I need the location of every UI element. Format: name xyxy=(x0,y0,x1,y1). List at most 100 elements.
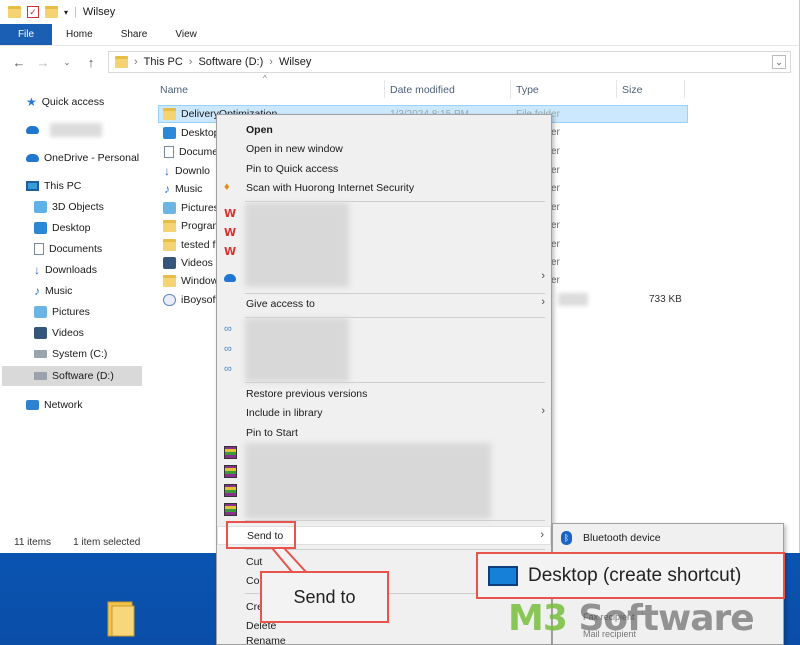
sidebar-item-label: Documents xyxy=(49,243,103,255)
chevron-right-icon: › xyxy=(541,270,545,282)
sidebar-item-onedrive-personal[interactable]: OneDrive - Personal xyxy=(26,148,139,168)
submenu-item-bluetooth[interactable]: ᛒ Bluetooth device xyxy=(553,528,783,548)
window-title: Wilsey xyxy=(82,6,116,18)
menu-item-label: Open in new window xyxy=(246,142,343,155)
column-divider[interactable] xyxy=(510,80,511,98)
title-bar: ✓ ▾ | Wilsey xyxy=(0,0,799,24)
sidebar-item-label: Desktop xyxy=(52,222,91,234)
tab-home[interactable]: Home xyxy=(52,24,107,45)
sidebar-item-pictures[interactable]: Pictures xyxy=(34,302,90,322)
video-icon xyxy=(34,327,47,339)
tab-share[interactable]: Share xyxy=(107,24,162,45)
column-headers: Name ^ Date modified Type Size xyxy=(158,74,788,98)
new-folder-icon[interactable] xyxy=(45,6,58,18)
ribbon-tabs: File Home Share View xyxy=(0,24,799,46)
menu-item-include-library[interactable]: Include in library › xyxy=(217,403,551,422)
music-note-icon: ♪ xyxy=(164,182,170,196)
wps-icon: W xyxy=(224,207,237,220)
winrar-icon xyxy=(224,484,237,497)
menu-item-label: Rename xyxy=(246,635,286,645)
computer-icon xyxy=(26,181,39,191)
cube-icon xyxy=(34,201,47,213)
menu-item-open[interactable]: Open xyxy=(217,120,551,139)
menu-separator xyxy=(245,201,545,202)
properties-icon[interactable]: ✓ xyxy=(27,6,39,18)
breadcrumb-software-d[interactable]: Software (D:) xyxy=(198,56,263,68)
menu-item-open-new-window[interactable]: Open in new window xyxy=(217,139,551,158)
brand-watermark: M3 Software xyxy=(508,598,755,639)
tab-view[interactable]: View xyxy=(161,24,211,45)
menu-item-label: Cut xyxy=(246,555,263,568)
desktop-icon xyxy=(163,127,176,139)
chevron-down-icon[interactable]: ▾ xyxy=(64,8,68,17)
menu-item-label: Restore previous versions xyxy=(246,387,368,400)
music-note-icon: ♪ xyxy=(34,284,40,298)
sidebar-item-documents[interactable]: Documents xyxy=(34,239,102,259)
breadcrumb-wilsey[interactable]: Wilsey xyxy=(279,56,311,68)
breadcrumb-this-pc[interactable]: This PC xyxy=(144,56,183,68)
column-header-type[interactable]: Type xyxy=(516,84,539,96)
watermark-software: Software xyxy=(578,598,754,639)
back-arrow-icon[interactable]: ← xyxy=(12,55,26,70)
column-header-date[interactable]: Date modified xyxy=(390,84,455,96)
sidebar-item-network[interactable]: Network xyxy=(26,395,83,415)
sidebar-item-music[interactable]: ♪ Music xyxy=(34,281,72,301)
menu-item-pin-start[interactable]: Pin to Start xyxy=(217,423,551,442)
sidebar-item-label: Videos xyxy=(52,327,84,339)
windows-drive-icon xyxy=(34,350,47,358)
status-bar: 11 items 1 item selected xyxy=(14,537,140,548)
folder-icon xyxy=(163,239,176,251)
sidebar-item-desktop[interactable]: Desktop xyxy=(34,218,91,238)
column-header-name[interactable]: Name xyxy=(160,84,188,96)
menu-item-restore-versions[interactable]: Restore previous versions xyxy=(217,384,551,403)
desktop-folder-icon[interactable] xyxy=(106,598,136,638)
star-icon: ★ xyxy=(26,95,37,109)
column-divider[interactable] xyxy=(684,80,685,98)
sidebar-item-3d-objects[interactable]: 3D Objects xyxy=(34,197,104,217)
document-icon xyxy=(34,243,44,255)
column-header-size[interactable]: Size xyxy=(622,84,642,96)
sidebar-item-videos[interactable]: Videos xyxy=(34,323,84,343)
column-divider[interactable] xyxy=(616,80,617,98)
folder-icon xyxy=(8,6,21,18)
dropdown-chevron-icon[interactable]: ⌄ xyxy=(772,55,786,69)
menu-item-label: Open xyxy=(246,123,273,136)
network-icon xyxy=(26,400,39,410)
drive-icon xyxy=(34,372,47,380)
navigation-pane: ★ Quick access OneDrive - Personal This … xyxy=(0,88,142,528)
title-separator: | xyxy=(74,6,77,18)
item-count: 11 items xyxy=(14,537,52,548)
menu-item-label: Include in library xyxy=(246,406,323,419)
sidebar-item-label: Downloads xyxy=(45,264,97,276)
picture-icon xyxy=(34,306,47,318)
up-arrow-icon[interactable]: ↑ xyxy=(84,55,98,70)
file-name: Pictures xyxy=(181,202,219,214)
address-bar[interactable]: › This PC › Software (D:) › Wilsey ⌄ xyxy=(108,51,791,73)
column-divider[interactable] xyxy=(384,80,385,98)
forward-arrow-icon[interactable]: → xyxy=(36,55,50,70)
menu-item-rename[interactable]: Rename xyxy=(217,635,551,645)
chevron-right-icon: › xyxy=(540,529,544,541)
tab-file[interactable]: File xyxy=(0,24,52,45)
callout-desktop-create-shortcut[interactable]: Desktop (create shortcut) xyxy=(476,552,785,599)
menu-item-pin-quick-access[interactable]: Pin to Quick access xyxy=(217,159,551,178)
breadcrumb-separator: › xyxy=(134,56,138,68)
huorong-flame-icon: ♦ xyxy=(224,181,230,193)
sidebar-item-software-d[interactable]: Software (D:) xyxy=(2,366,142,386)
send-to-highlight-box xyxy=(226,521,296,549)
sidebar-item-onedrive-hidden[interactable] xyxy=(26,120,102,140)
menu-item-label: Pin to Quick access xyxy=(246,162,339,175)
recent-chevron-icon[interactable]: ⌄ xyxy=(60,58,74,67)
bluetooth-icon: ᛒ xyxy=(561,531,572,545)
sidebar-item-system-c[interactable]: System (C:) xyxy=(34,344,107,364)
sidebar-item-label: 3D Objects xyxy=(52,201,104,213)
sidebar-item-quick-access[interactable]: ★ Quick access xyxy=(26,92,104,112)
file-type: er xyxy=(551,165,560,176)
menu-item-scan-huorong[interactable]: ♦ Scan with Huorong Internet Security xyxy=(217,178,551,197)
file-name: Downlo xyxy=(175,165,211,177)
sidebar-item-downloads[interactable]: ↓ Downloads xyxy=(34,260,97,280)
sidebar-item-this-pc[interactable]: This PC xyxy=(26,176,81,196)
menu-item-give-access[interactable]: Give access to › xyxy=(217,294,551,313)
cloud-icon xyxy=(26,154,39,162)
link-icon: ∞ xyxy=(224,363,232,375)
